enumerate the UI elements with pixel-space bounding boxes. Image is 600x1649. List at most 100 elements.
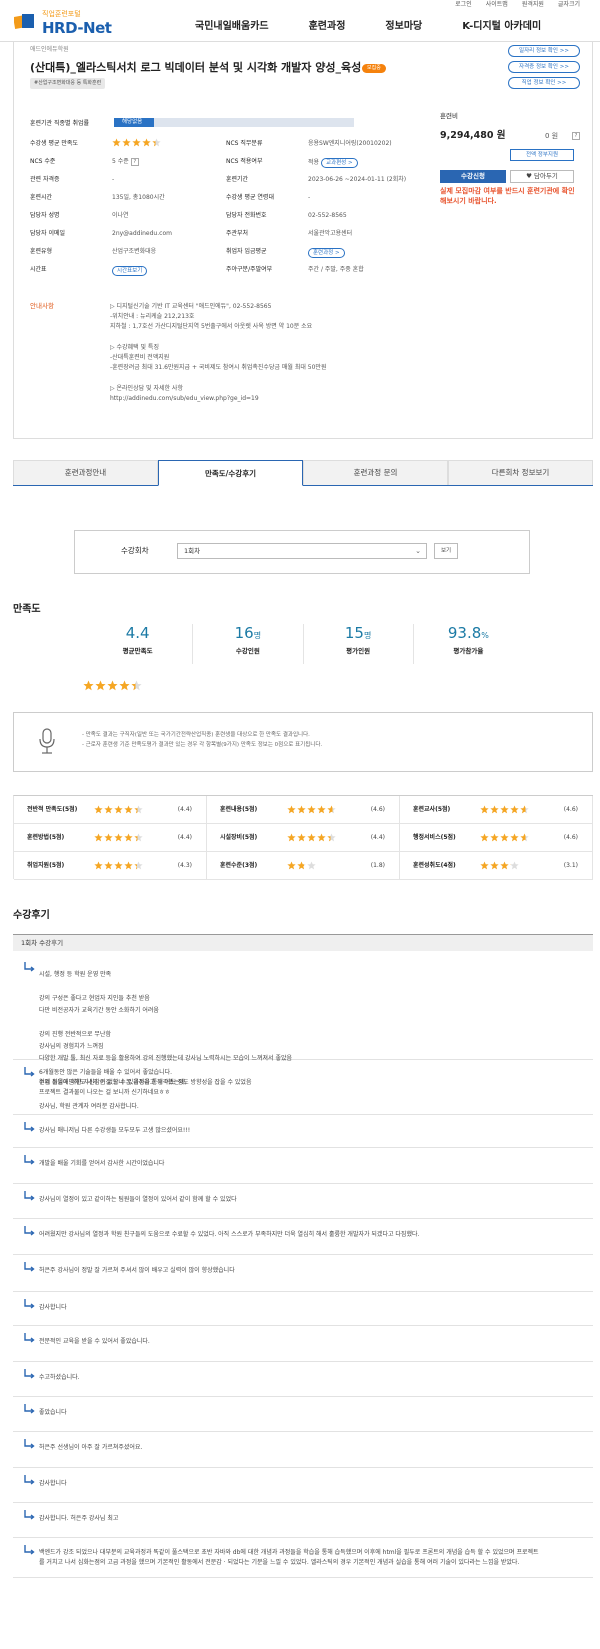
star-icon	[307, 861, 316, 870]
star-icon	[95, 680, 106, 691]
info-value: 산업구조변화대응	[112, 248, 157, 255]
occupation-info-link[interactable]: 직업 정보 확인 >>	[508, 77, 580, 89]
score-stars	[480, 805, 529, 814]
full-support-button[interactable]: 전액 정부지원	[510, 149, 574, 161]
star-icon	[297, 805, 306, 814]
session-select[interactable]: 1회차 ⌄	[177, 543, 427, 559]
job-info-link[interactable]: 일자리 정보 확인 >>	[508, 45, 580, 57]
tab-course-inquiry[interactable]: 훈련과정 문의	[303, 460, 448, 485]
info-label: NCS 직무분류	[226, 140, 263, 147]
score-stars	[287, 805, 336, 814]
score-value: (4.4)	[177, 806, 192, 813]
apply-button[interactable]: 수강신청	[440, 170, 506, 183]
logo-text: HRD-Net	[42, 19, 112, 37]
font-size-control[interactable]: 글자크기	[558, 1, 580, 9]
info-label: 훈련기간	[226, 176, 249, 183]
star-icon	[119, 680, 130, 691]
nav-item-info[interactable]: 정보마당	[385, 20, 422, 33]
review-text: 허은주 강사님이 정말 잘 가르쳐 주셔서 많이 배우고 실력이 많이 향상했습…	[39, 1267, 235, 1274]
info-label: 수강생 평균 만족도	[30, 140, 78, 147]
info-row: 관련 자격증 - 훈련기간 2023-06-26 ~2024-01-11 (2회…	[30, 176, 430, 186]
satisfaction-notes: - 만족도 결과는 구직자(일반 또는 국가기간전략산업직종) 훈련생을 대상으…	[82, 732, 323, 748]
star-icon	[297, 833, 306, 842]
tab-other-sessions[interactable]: 다른회차 정보보기	[448, 460, 593, 485]
review-item: 감사합니다. 허은주 강사님 최고	[13, 1503, 593, 1538]
tab-satisfaction-reviews[interactable]: 만족도/수강후기	[158, 460, 303, 486]
review-item: 6개월동안 많은 기술들을 배울 수 있어서 좋았습니다. 수업 들을때만해도 …	[13, 1060, 593, 1115]
review-text: 전문적인 교육을 받을 수 있어서 좋았습니다.	[39, 1338, 150, 1345]
star-icon	[500, 833, 509, 842]
metric-unit: 명	[253, 631, 262, 640]
review-item: 전문적인 교육을 받을 수 있어서 좋았습니다.	[13, 1326, 593, 1362]
help-icon[interactable]: ?	[572, 132, 580, 140]
login-link[interactable]: 로그인	[455, 1, 472, 9]
course-title: (산대특)_엘라스틱서치 로그 빅데이터 분석 및 시각화 개발자 양성_육성	[30, 61, 362, 74]
sitemap-link[interactable]: 사이트맵	[486, 1, 508, 9]
self-pay-amount: 0 원	[545, 132, 559, 140]
score-label: 훈련내용(5점)	[220, 806, 258, 813]
employment-value: 해당없음	[114, 118, 154, 127]
nav-item-academy[interactable]: K-디지털 아카데미	[462, 20, 541, 33]
wishlist-button[interactable]: ♥ 담아두기	[510, 170, 574, 183]
review-text: 좋았습니다	[39, 1409, 67, 1416]
info-label: NCS 수준	[30, 158, 56, 165]
score-cell: 행정서비스(5점) (4.6)	[400, 824, 593, 851]
metric-unit: %	[481, 631, 489, 640]
info-row: 담당자 성명 이나연 담당자 전화번호 02-552-8565	[30, 212, 430, 222]
fee-amount: 9,294,480 원	[440, 130, 506, 141]
score-value: (1.8)	[370, 862, 385, 869]
remote-support-link[interactable]: 원격지원	[522, 1, 544, 9]
star-icon	[124, 861, 133, 870]
star-icon	[122, 138, 131, 147]
employment-row: 훈련기관 직종별 취업률 해당없음	[30, 118, 430, 130]
reply-arrow-icon	[24, 1510, 35, 1520]
score-label: 훈련수준(3점)	[220, 862, 258, 869]
star-icon	[510, 833, 519, 842]
review-session-header: 1회차 수강후기	[13, 934, 593, 951]
reply-arrow-icon	[24, 1262, 35, 1272]
score-value: (4.4)	[177, 834, 192, 841]
timetable-button[interactable]: 시간표보기	[112, 266, 148, 276]
notice-text: ▷ 디지털신기술 기반 IT 교육센터 "애드인에듀", 02-552-8565…	[110, 303, 327, 402]
review-item: 어려웠지만 강사님의 열정과 학원 친구들의 도움으로 수료할 수 있었다. 아…	[13, 1219, 593, 1255]
info-value: 2ny@addinedu.com	[112, 230, 172, 237]
tab-course-info[interactable]: 훈련과정안내	[13, 460, 158, 485]
info-row: NCS 수준 5 수준? NCS 적용여부 적용 교과편성 >	[30, 158, 430, 168]
info-row: 시간표 시간표보기 주야구분/주말여부 주간 / 주말, 주중 혼합	[30, 266, 430, 276]
star-icon	[114, 805, 123, 814]
score-cell: 취업지원(5점) (4.3)	[14, 852, 207, 879]
score-cell: 시설장비(5점) (4.4)	[207, 824, 400, 851]
star-icon	[327, 805, 336, 814]
info-value: -	[308, 194, 311, 201]
metric-label: 평가참가율	[453, 646, 484, 655]
reply-arrow-icon	[24, 1475, 35, 1485]
star-icon	[104, 861, 113, 870]
star-icon	[94, 805, 103, 814]
review-text: 6개월동안 많은 기술들을 배울 수 있어서 좋았습니다. 수업 들을때만해도 …	[39, 1069, 187, 1097]
chevron-down-icon: ⌄	[415, 547, 421, 555]
nav-item-card[interactable]: 국민내일배움카드	[195, 20, 269, 33]
info-value: 서울관악고용센터	[308, 230, 353, 237]
help-icon[interactable]: ?	[130, 158, 139, 166]
score-value: (4.6)	[370, 806, 385, 813]
hrd-net-logo[interactable]: 직업훈련포털 HRD-Net	[14, 6, 114, 37]
star-icon	[287, 805, 296, 814]
score-label: 훈련교사(5점)	[413, 806, 451, 813]
nav-item-course[interactable]: 훈련과정	[309, 20, 346, 33]
review-text: 어려웠지만 강사님의 열정과 학원 친구들의 도움으로 수료할 수 있었다. 아…	[39, 1231, 420, 1238]
view-button[interactable]: 보기	[434, 543, 458, 559]
info-value: 적용	[308, 159, 320, 166]
review-item: 허은주 선생님이 아주 잘 가르쳐주셨어요.	[13, 1432, 593, 1468]
star-icon	[297, 861, 306, 870]
employment-bar: 해당없음	[114, 118, 354, 127]
training-course-button[interactable]: 훈련과정 >	[308, 248, 345, 258]
info-label: NCS 적용여부	[226, 158, 263, 165]
info-label: 훈련시간	[30, 194, 53, 201]
fee-label: 훈련비	[440, 112, 458, 120]
license-info-link[interactable]: 자격증 정보 확인 >>	[508, 61, 580, 73]
curriculum-button[interactable]: 교과편성 >	[320, 158, 358, 168]
reply-arrow-icon	[24, 1439, 35, 1449]
metric-participation: 93.8% 평가참가율	[414, 624, 523, 664]
score-value: (3.1)	[563, 862, 578, 869]
metric-average: 4.4 평균만족도	[83, 624, 194, 664]
